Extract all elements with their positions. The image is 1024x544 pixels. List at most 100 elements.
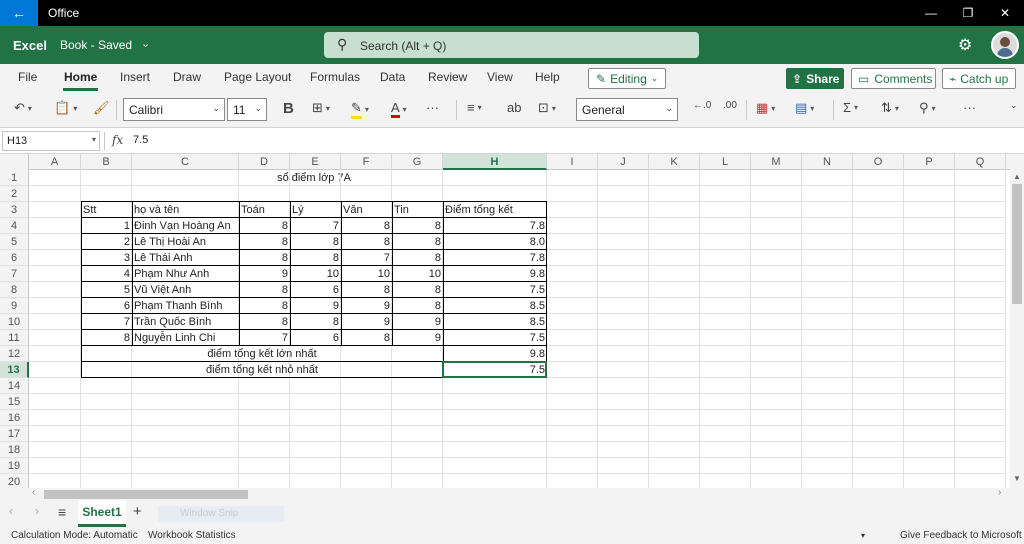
column-header-o[interactable]: O xyxy=(853,154,904,170)
row-header-15[interactable]: 15 xyxy=(0,394,29,410)
select-all-corner[interactable] xyxy=(0,154,29,170)
row-header-13[interactable]: 13 xyxy=(0,362,29,378)
autosum-icon[interactable]: Σ ▾ xyxy=(843,100,858,115)
number-format-select[interactable]: General ⌄ xyxy=(576,98,678,121)
table-header-cell[interactable]: Toán xyxy=(239,202,290,218)
row-header-3[interactable]: 3 xyxy=(0,202,29,218)
find-icon[interactable]: ⚲ ▾ xyxy=(919,100,936,116)
table-cell[interactable]: 8 xyxy=(290,314,341,330)
hamburger-menu-icon[interactable]: ≡ xyxy=(58,504,66,520)
chevron-down-icon[interactable]: ⌄ xyxy=(1010,100,1018,111)
table-cell[interactable]: 8 xyxy=(290,234,341,250)
calculation-mode[interactable]: Calculation Mode: Automatic xyxy=(11,530,138,541)
chevron-right-icon[interactable]: › xyxy=(35,504,39,518)
active-cell-selection[interactable] xyxy=(442,361,547,378)
document-name[interactable]: Book - Saved xyxy=(60,38,132,52)
column-header-h[interactable]: H xyxy=(443,154,547,170)
column-header-b[interactable]: B xyxy=(81,154,132,170)
row-header-8[interactable]: 8 xyxy=(0,282,29,298)
font-name-select[interactable]: Calibri ⌄ xyxy=(123,98,225,121)
add-sheet-icon[interactable]: + xyxy=(133,503,142,520)
column-header-i[interactable]: I xyxy=(547,154,598,170)
table-header-cell[interactable]: Lý xyxy=(290,202,341,218)
vertical-scroll-thumb[interactable] xyxy=(1012,184,1022,304)
comments-button[interactable]: ▭ Comments xyxy=(851,68,936,89)
table-cell[interactable]: Phạm Thanh Bình xyxy=(132,298,239,314)
table-cell[interactable]: 2 xyxy=(81,234,132,250)
table-cell[interactable]: Lê Thị Hoài An xyxy=(132,234,239,250)
table-cell[interactable]: 9 xyxy=(239,266,290,282)
merge-cells-icon[interactable]: ⊡ ▾ xyxy=(538,100,556,116)
table-cell[interactable]: 9 xyxy=(341,298,392,314)
table-header-cell[interactable]: Tin xyxy=(392,202,443,218)
table-cell[interactable]: 7.8 xyxy=(443,218,547,234)
table-cell[interactable]: 8 xyxy=(239,282,290,298)
table-cell[interactable]: 9 xyxy=(392,330,443,346)
chevron-down-icon[interactable]: ▾ xyxy=(861,531,865,540)
column-header-c[interactable]: C xyxy=(132,154,239,170)
row-header-2[interactable]: 2 xyxy=(0,186,29,202)
row-header-11[interactable]: 11 xyxy=(0,330,29,346)
column-header-p[interactable]: P xyxy=(904,154,955,170)
align-icon[interactable]: ≡ ▾ xyxy=(467,100,482,115)
sort-filter-icon[interactable]: ⇅ ▾ xyxy=(881,100,899,116)
column-header-a[interactable]: A xyxy=(29,154,81,170)
table-cell[interactable]: 7 xyxy=(81,314,132,330)
worksheet-grid[interactable]: ABCDEFGHIJKLMNOPQ 1 2 3 4 5 6 7 8 9 10 11 12 13 14 15 1… xyxy=(0,154,1010,488)
table-cell[interactable]: 8 xyxy=(392,218,443,234)
table-cell[interactable]: Phạm Như Anh xyxy=(132,266,239,282)
table-cell[interactable]: 8 xyxy=(239,234,290,250)
table-cell[interactable]: Nguyễn Linh Chi xyxy=(132,330,239,346)
tab-draw[interactable]: Draw xyxy=(173,70,201,84)
row-header-9[interactable]: 9 xyxy=(0,298,29,314)
more-options-icon[interactable]: ··· xyxy=(963,100,976,115)
more-options-icon[interactable]: ··· xyxy=(426,100,439,115)
table-cell[interactable]: 9 xyxy=(392,314,443,330)
table-cell[interactable]: 10 xyxy=(341,266,392,282)
column-header-d[interactable]: D xyxy=(239,154,290,170)
table-header-cell[interactable]: Stt xyxy=(81,202,132,218)
decrease-decimal-icon[interactable]: ←.0 xyxy=(693,100,711,111)
row-header-4[interactable]: 4 xyxy=(0,218,29,234)
table-cell[interactable]: 6 xyxy=(290,282,341,298)
scroll-left-icon[interactable]: ‹ xyxy=(32,487,35,498)
undo-icon[interactable]: ↶ ▾ xyxy=(14,100,32,116)
table-cell[interactable]: 8 xyxy=(239,314,290,330)
column-header-l[interactable]: L xyxy=(700,154,751,170)
function-icon[interactable]: fx xyxy=(112,133,123,147)
table-cell[interactable]: 3 xyxy=(81,250,132,266)
horizontal-scroll-thumb[interactable] xyxy=(44,490,248,499)
window-snip-overlay[interactable]: Window Snip xyxy=(158,506,284,522)
tab-help[interactable]: Help xyxy=(535,70,560,84)
tab-home[interactable]: Home xyxy=(64,70,97,84)
table-cell[interactable]: 8 xyxy=(239,298,290,314)
column-header-f[interactable]: F xyxy=(341,154,392,170)
table-cell[interactable]: 8 xyxy=(341,234,392,250)
column-header-j[interactable]: J xyxy=(598,154,649,170)
table-cell[interactable]: 10 xyxy=(392,266,443,282)
table-cell[interactable]: 8.5 xyxy=(443,314,547,330)
catch-up-button[interactable]: ⌁ Catch up xyxy=(942,68,1016,89)
max-score-value[interactable]: 9.8 xyxy=(443,346,547,362)
table-cell[interactable]: 4 xyxy=(81,266,132,282)
borders-icon[interactable]: ⊞ ▾ xyxy=(312,100,330,116)
table-cell[interactable]: 8 xyxy=(341,282,392,298)
close-icon[interactable]: ✕ xyxy=(986,0,1024,26)
table-cell[interactable]: 8 xyxy=(392,234,443,250)
table-cell[interactable]: Vũ Việt Anh xyxy=(132,282,239,298)
fill-color-icon[interactable]: ✎ ▾ xyxy=(351,100,369,119)
increase-decimal-icon[interactable]: .00 xyxy=(723,100,737,111)
workbook-statistics[interactable]: Workbook Statistics xyxy=(148,530,236,541)
table-cell[interactable]: Trần Quốc Bình xyxy=(132,314,239,330)
formula-input[interactable]: 7.5 xyxy=(133,134,148,146)
name-box[interactable]: H13 ▾ xyxy=(2,131,100,151)
table-cell[interactable]: 8 xyxy=(81,330,132,346)
table-cell[interactable]: 8 xyxy=(392,250,443,266)
row-header-19[interactable]: 19 xyxy=(0,458,29,474)
gear-icon[interactable]: ⚙ xyxy=(958,35,972,55)
table-header-cell[interactable]: họ và tên xyxy=(132,202,239,218)
row-header-12[interactable]: 12 xyxy=(0,346,29,362)
sheet-tab-sheet1[interactable]: Sheet1 xyxy=(78,500,126,527)
back-arrow-icon[interactable]: ← xyxy=(0,0,38,26)
table-cell[interactable]: 7.5 xyxy=(443,330,547,346)
